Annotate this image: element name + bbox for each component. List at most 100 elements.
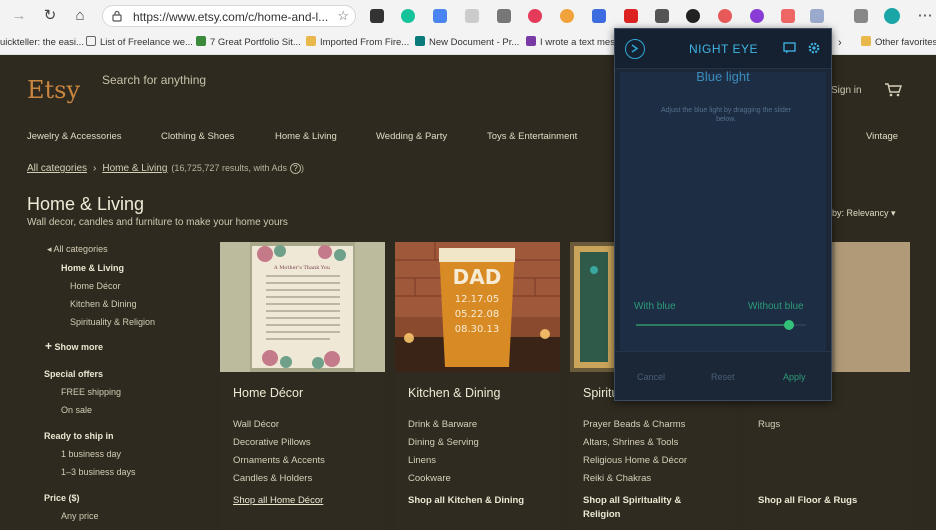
chevron-right-icon[interactable]: ›: [838, 36, 842, 50]
profile-avatar[interactable]: [884, 8, 900, 24]
blue-light-slider[interactable]: [636, 320, 806, 330]
with-blue-label: With blue: [634, 301, 676, 312]
sidebar-item[interactable]: Spirituality & Religion: [70, 317, 155, 327]
filter-option[interactable]: 1 business day: [61, 449, 121, 459]
chevron-right-icon: ›: [93, 163, 97, 174]
card-link[interactable]: Religious Home & Décor: [583, 455, 687, 466]
blue-light-heading: Blue light: [696, 69, 750, 84]
extension-icon[interactable]: [624, 9, 638, 23]
filter-heading: Price ($): [44, 493, 80, 503]
card-link[interactable]: Altars, Shrines & Tools: [583, 437, 678, 448]
more-icon[interactable]: ⋯: [916, 7, 934, 25]
address-bar[interactable]: https://www.etsy.com/c/home-and-l... ☆: [102, 5, 356, 27]
without-blue-label: Without blue: [748, 301, 804, 312]
sidebar-all-categories[interactable]: ◂ All categories: [47, 244, 108, 255]
card-link[interactable]: Drink & Barware: [408, 419, 477, 430]
page-icon: [86, 36, 96, 46]
sidebar-current[interactable]: Home & Living: [61, 263, 124, 273]
category-link[interactable]: Home & Living: [275, 131, 337, 142]
card-title[interactable]: Kitchen & Dining: [408, 386, 500, 400]
bookmark[interactable]: uickteller: the easi...: [0, 36, 84, 50]
copy-icon[interactable]: [465, 9, 479, 23]
gear-icon[interactable]: [807, 41, 821, 55]
night-eye-footer: Cancel Reset Apply: [615, 351, 831, 401]
card-link[interactable]: Linens: [408, 455, 436, 466]
shop-all-link[interactable]: Shop all Home Décor: [233, 495, 323, 506]
bookmark[interactable]: List of Freelance we...: [86, 36, 193, 50]
extension-icon[interactable]: [686, 9, 700, 23]
bookmark[interactable]: Imported From Fire...: [306, 36, 409, 50]
breadcrumb-all-categories[interactable]: All categories: [27, 163, 87, 174]
card-link[interactable]: Rugs: [758, 419, 780, 430]
filter-option[interactable]: On sale: [61, 405, 92, 415]
cancel-button[interactable]: Cancel: [637, 372, 665, 382]
card-link[interactable]: Decorative Pillows: [233, 437, 311, 448]
help-icon[interactable]: ?: [289, 163, 301, 174]
card-link[interactable]: Cookware: [408, 473, 451, 484]
shop-all-link[interactable]: Shop all Kitchen & Dining: [408, 495, 524, 506]
shop-all-link[interactable]: Shop all Spirituality &: [583, 495, 681, 506]
date-text: 12.17.05: [455, 294, 500, 305]
back-icon[interactable]: →: [10, 7, 28, 25]
card-link[interactable]: Prayer Beads & Charms: [583, 419, 685, 430]
show-more-button[interactable]: + Show more: [45, 339, 103, 353]
card-link[interactable]: Dining & Serving: [408, 437, 479, 448]
category-link[interactable]: Clothing & Shoes: [161, 131, 234, 142]
shop-all-link[interactable]: Shop all Floor & Rugs: [758, 495, 857, 506]
bookmark[interactable]: Other favorites: [861, 36, 936, 50]
caret-down-icon: ▾: [891, 208, 896, 218]
sidebar-item[interactable]: Home Décor: [70, 281, 121, 291]
shield-icon[interactable]: [528, 9, 542, 23]
lock-icon: [112, 10, 122, 22]
card-link[interactable]: Ornaments & Accents: [233, 455, 325, 466]
search-input[interactable]: Search for anything: [102, 73, 582, 87]
chat-icon[interactable]: [783, 42, 796, 54]
category-link[interactable]: Toys & Entertainment: [487, 131, 577, 142]
extension-icon[interactable]: [497, 9, 511, 23]
card-link[interactable]: Reiki & Chakras: [583, 473, 651, 484]
page-subtitle: Wall decor, candles and furniture to mak…: [27, 217, 288, 228]
category-link[interactable]: Jewelry & Accessories: [27, 131, 122, 142]
extension-icon[interactable]: [370, 9, 384, 23]
night-eye-icon[interactable]: [810, 9, 824, 23]
bookmark[interactable]: 7 Great Portfolio Sit...: [196, 36, 301, 50]
sign-in-link[interactable]: Sign in: [831, 85, 862, 96]
card-link[interactable]: Candles & Holders: [233, 473, 312, 484]
bookmark[interactable]: I wrote a text mess: [526, 36, 620, 50]
category-card[interactable]: A Mother's Thank You Home Décor Wall Déc…: [220, 242, 385, 530]
translate-icon[interactable]: [433, 9, 447, 23]
sort-dropdown[interactable]: by: Relevancy ▾: [832, 208, 896, 219]
category-link[interactable]: Vintage: [866, 131, 898, 142]
power-icon[interactable]: [625, 39, 645, 59]
extension-icon[interactable]: [750, 9, 764, 23]
extension-icon[interactable]: [718, 9, 732, 23]
camera-icon[interactable]: [655, 9, 669, 23]
result-count: (16,725,727 results, with Ads: [171, 163, 287, 173]
card-link[interactable]: Wall Décor: [233, 419, 279, 430]
honey-icon[interactable]: [560, 9, 574, 23]
reload-icon[interactable]: ↻: [41, 7, 59, 25]
card-image-caption: A Mother's Thank You: [273, 265, 331, 271]
filter-option[interactable]: Any price: [61, 511, 99, 521]
slider-handle[interactable]: [784, 320, 794, 330]
chart-icon[interactable]: [592, 9, 606, 23]
grammarly-icon[interactable]: [401, 9, 415, 23]
reader-icon[interactable]: ☆: [337, 8, 349, 24]
filter-option[interactable]: FREE shipping: [61, 387, 121, 397]
extension-icon[interactable]: [781, 9, 795, 23]
url-text: https://www.etsy.com/c/home-and-l...: [133, 10, 329, 24]
breadcrumb-home-living[interactable]: Home & Living: [102, 163, 167, 174]
category-card[interactable]: DAD 12.17.05 05.22.08 08.30.13 Kitchen &…: [395, 242, 560, 530]
sidebar-item[interactable]: Kitchen & Dining: [70, 299, 137, 309]
cart-icon[interactable]: [884, 82, 902, 98]
bookmark[interactable]: New Document - Pr...: [415, 36, 519, 50]
card-title[interactable]: Home Décor: [233, 386, 303, 400]
home-icon[interactable]: ⌂: [71, 7, 89, 25]
shop-all-link[interactable]: Religion: [583, 509, 620, 520]
category-link[interactable]: Wedding & Party: [376, 131, 447, 142]
collections-icon[interactable]: [854, 9, 868, 23]
apply-button[interactable]: Apply: [783, 372, 806, 382]
etsy-logo[interactable]: Etsy: [27, 76, 80, 104]
reset-button[interactable]: Reset: [711, 372, 735, 382]
filter-option[interactable]: 1–3 business days: [61, 467, 136, 477]
